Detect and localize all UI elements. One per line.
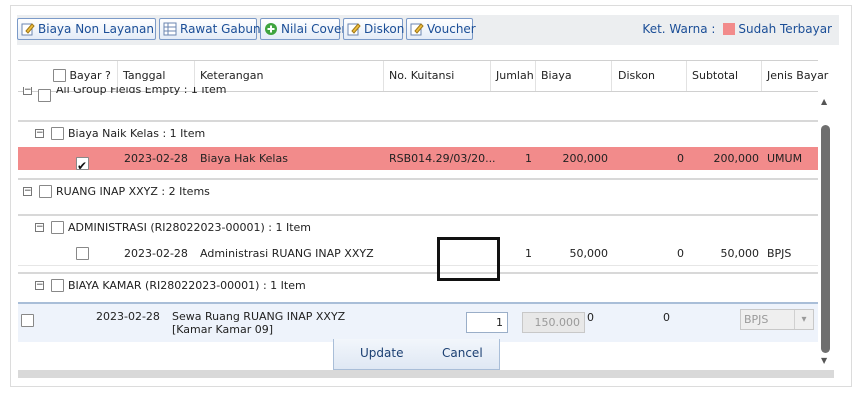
diskon-label: Diskon: [364, 22, 405, 36]
table-row[interactable]: 2023-02-28 Administrasi RUANG INAP XXYZ …: [18, 242, 818, 266]
group-label: RUANG INAP XXYZ : 2 Items: [56, 185, 210, 198]
group-checkbox[interactable]: [38, 89, 51, 102]
row-checkbox[interactable]: [21, 314, 34, 327]
group-label: All Group Fields Empty : 1 Item: [56, 87, 227, 96]
group-row[interactable]: − ADMINISTRASI (RI28022023-00001) : 1 It…: [18, 214, 818, 240]
cell-tanggal: 2023-02-28: [124, 152, 188, 165]
table-icon: [163, 22, 177, 36]
group-label: BIAYA KAMAR (RI28022023-00001) : 1 Item: [68, 279, 306, 292]
cell-subtotal: 200,000: [713, 152, 760, 165]
cell-keterangan-room: [Kamar Kamar 09]: [172, 323, 274, 336]
row-checkbox[interactable]: [76, 247, 89, 260]
toolbar: Biaya Non Layanan▼ Rawat Gabung Nilai Co…: [17, 15, 839, 45]
cell-diskon: 0: [677, 152, 684, 165]
nilai-cover-label: Nilai Cover: [281, 22, 347, 36]
collapse-icon[interactable]: −: [23, 187, 32, 196]
cell-tanggal: 2023-02-28: [96, 310, 160, 323]
row-checkbox[interactable]: [76, 155, 89, 178]
color-legend: Ket. Warna : Sudah Terbayar: [642, 22, 832, 36]
scrollbar-thumb[interactable]: [821, 125, 830, 353]
cell-biaya: 200,000: [562, 152, 609, 165]
group-row[interactable]: − Biaya Naik Kelas : 1 Item: [18, 120, 818, 146]
biaya-non-layanan-button[interactable]: Biaya Non Layanan▼: [17, 18, 166, 40]
jenis-bayar-value: BPJS: [744, 313, 769, 326]
row-editor-actions: Update Cancel: [333, 339, 500, 370]
voucher-label: Voucher: [427, 22, 476, 36]
plus-circle-icon: [265, 23, 277, 35]
cancel-button[interactable]: Cancel: [442, 346, 483, 360]
collapse-icon[interactable]: −: [23, 87, 32, 95]
collapse-icon[interactable]: −: [35, 129, 44, 138]
scroll-down-icon[interactable]: ▼: [821, 356, 827, 365]
column-label: Jumlah: [496, 69, 534, 82]
biaya-input-disabled: 150.000: [522, 312, 585, 333]
rawat-gabung-button[interactable]: Rawat Gabung: [159, 18, 268, 40]
column-label: Subtotal: [692, 69, 739, 82]
focus-highlight: [437, 237, 500, 281]
legend-label: Ket. Warna :: [642, 22, 716, 36]
chevron-down-icon: ▾: [794, 310, 813, 329]
cell-no-kuitansi: RSB014.29/03/20...: [389, 152, 496, 165]
column-label: Biaya: [541, 69, 572, 82]
edit-row[interactable]: 2023-02-28 Sewa Ruang RUANG INAP XXYZ [K…: [18, 302, 818, 342]
edit-icon: [347, 23, 361, 36]
group-label: Biaya Naik Kelas : 1 Item: [68, 127, 206, 140]
group-label: ADMINISTRASI (RI28022023-00001) : 1 Item: [68, 221, 312, 234]
group-row[interactable]: − RUANG INAP XXYZ : 2 Items: [18, 178, 818, 204]
billing-grid: Bayar ? Tanggal Keterangan No. Kuitansi …: [18, 60, 834, 370]
column-label: No. Kuitansi: [389, 69, 455, 82]
vertical-scrollbar[interactable]: ▲ ▼: [819, 95, 833, 370]
cell-biaya: 50,000: [569, 247, 609, 260]
column-label: Jenis Bayar: [767, 69, 829, 82]
scroll-up-icon[interactable]: ▲: [821, 97, 827, 106]
cell-jenis-bayar: BPJS: [767, 247, 792, 260]
update-button[interactable]: Update: [360, 346, 403, 360]
edit-icon: [410, 23, 424, 36]
voucher-button[interactable]: Voucher: [406, 18, 476, 40]
column-label: Keterangan: [200, 69, 264, 82]
legend-item: Sudah Terbayar: [738, 22, 832, 36]
select-all-checkbox[interactable]: [53, 69, 66, 82]
cell-keterangan: Sewa Ruang RUANG INAP XXYZ: [172, 310, 346, 323]
edit-icon: [21, 23, 35, 36]
group-row[interactable]: − BIAYA KAMAR (RI28022023-00001) : 1 Ite…: [18, 272, 818, 298]
cell-diskon: 0: [677, 247, 684, 260]
cell-subtotal: 0: [663, 311, 670, 324]
horizontal-scrollbar[interactable]: [18, 370, 834, 378]
cell-tanggal: 2023-02-28: [124, 247, 188, 260]
group-row[interactable]: − All Group Fields Empty : 1 Item: [18, 87, 818, 105]
cell-jumlah: 1: [525, 152, 532, 165]
column-label: Diskon: [618, 69, 655, 82]
collapse-icon[interactable]: −: [35, 281, 44, 290]
jenis-bayar-select-disabled: BPJS ▾: [740, 309, 814, 330]
group-checkbox[interactable]: [51, 127, 64, 140]
table-row[interactable]: 2023-02-28 Biaya Hak Kelas RSB014.29/03/…: [18, 147, 818, 178]
jumlah-input[interactable]: 1: [466, 312, 508, 333]
rawat-gabung-label: Rawat Gabung: [180, 22, 269, 36]
column-label: Tanggal: [123, 69, 166, 82]
cell-keterangan: Administrasi RUANG INAP XXYZ: [200, 247, 374, 260]
group-checkbox[interactable]: [39, 185, 52, 198]
column-label: Bayar ?: [69, 69, 111, 82]
cell-jenis-bayar: UMUM: [767, 152, 803, 165]
group-checkbox[interactable]: [51, 279, 64, 292]
collapse-icon[interactable]: −: [35, 223, 44, 232]
legend-swatch: [723, 23, 736, 35]
nilai-cover-button[interactable]: Nilai Cover: [260, 18, 346, 40]
cell-diskon: 0: [587, 311, 594, 324]
cell-keterangan: Biaya Hak Kelas: [200, 152, 288, 165]
diskon-button[interactable]: Diskon: [343, 18, 405, 40]
group-checkbox[interactable]: [51, 221, 64, 234]
biaya-non-layanan-label: Biaya Non Layanan: [38, 22, 154, 36]
cell-subtotal: 50,000: [720, 247, 760, 260]
